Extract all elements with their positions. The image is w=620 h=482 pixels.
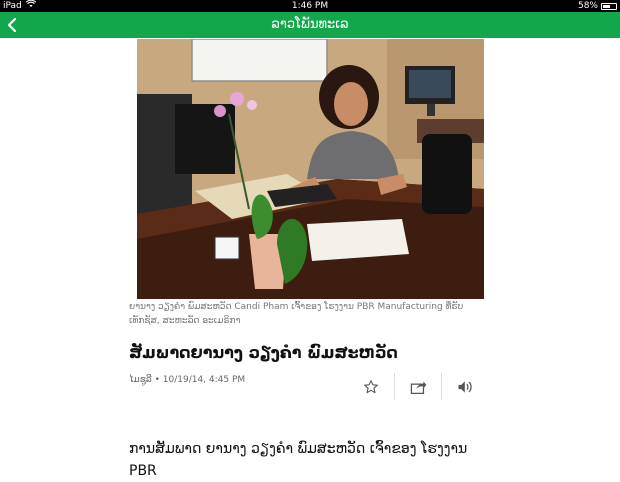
- clock: 1:46 PM: [291, 1, 329, 11]
- share-button[interactable]: [395, 373, 441, 400]
- star-icon: [364, 379, 378, 393]
- battery-percent: 58%: [577, 1, 598, 11]
- nav-bar: ລາວໂພັນທະເລ: [0, 12, 620, 38]
- page-title: ລາວໂພັນທະເລ: [271, 17, 349, 32]
- article-actions: [348, 373, 488, 400]
- audio-button[interactable]: [442, 373, 488, 400]
- share-icon: [410, 380, 426, 394]
- battery-icon: [601, 2, 617, 10]
- favorite-button[interactable]: [348, 373, 394, 400]
- photo-caption: ຍານາງ ວຽງຄຳ ພົມສະຫວັດ Candi Pham ເຈົ້າຂອ…: [129, 302, 464, 326]
- speaker-icon: [458, 380, 472, 393]
- status-bar: iPad 1:46 PM 58%: [0, 0, 620, 12]
- article-body: ການສັມພາດ ຍານາງ ວຽງຄຳ ພົມສະຫວັດ ເຈົ້າຂອງ…: [129, 441, 468, 479]
- article-headline: ສັມພາດຍານາງ ວຽງຄຳ ພົມສະຫວັດ: [129, 343, 398, 362]
- article-photo[interactable]: [137, 39, 484, 299]
- article-byline: ໄມຊູລີ • 10/19/14, 4:45 PM: [129, 375, 246, 385]
